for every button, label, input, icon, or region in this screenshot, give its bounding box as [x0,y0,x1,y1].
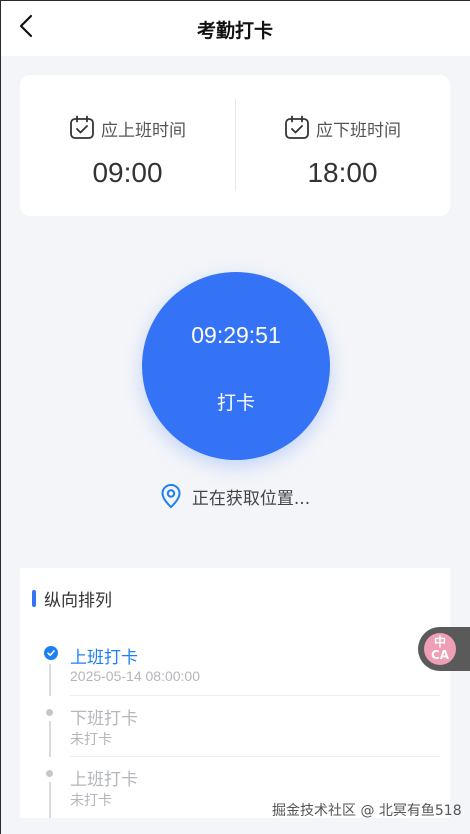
punch-label: 打卡 [216,392,255,414]
timeline-dot [46,770,53,777]
item-subtitle: 未打卡 [70,731,112,747]
calendar-check-icon [285,115,309,139]
off-duty-time: 18:00 [307,157,378,188]
off-duty-block: 应下班时间 18:00 [235,75,450,216]
item-title: 上班打卡 [70,648,138,668]
translate-icon: 中 CA [424,633,456,665]
item-title: 下班打卡 [70,709,138,729]
schedule-card: 应上班时间 09:00 应下班时间 18:00 [20,75,450,216]
location-pin-icon [161,483,181,509]
check-circle-icon [44,646,58,660]
calendar-check-icon [70,115,94,139]
location-status: 正在获取位置... [0,483,470,509]
location-text: 正在获取位置... [191,488,311,509]
page-title: 考勤打卡 [196,20,273,42]
on-duty-time: 09:00 [92,157,163,188]
timeline-line [49,721,51,757]
timeline-title: 纵向排列 [44,591,112,611]
watermark: 掘金技术社区 @ 北冥有鱼518 [272,803,462,819]
list-item: 下班打卡 未打卡 [20,701,450,762]
nav-bar: 考勤打卡 [0,0,470,56]
list-item: 上班打卡 2025-05-14 08:00:00 [20,640,450,701]
timeline-header: 纵向排列 [32,586,112,611]
timeline-dot [46,709,53,716]
divider [70,756,440,757]
divider [70,695,440,696]
floating-translate-button[interactable]: 中 CA [418,627,470,671]
off-duty-label: 应下班时间 [316,120,401,141]
on-duty-label: 应上班时间 [101,120,186,141]
punch-button[interactable]: 09:29:51 打卡 [142,272,330,460]
accent-bar [32,590,36,607]
item-title: 上班打卡 [70,770,138,790]
on-duty-block: 应上班时间 09:00 [20,75,235,216]
item-subtitle: 未打卡 [70,792,112,808]
timeline-line [49,782,51,818]
timeline-line [49,664,51,696]
current-time: 09:29:51 [191,322,281,348]
item-subtitle: 2025-05-14 08:00:00 [70,668,200,684]
timeline-card: 纵向排列 上班打卡 2025-05-14 08:00:00 下班打卡 未打卡 上… [20,568,450,818]
